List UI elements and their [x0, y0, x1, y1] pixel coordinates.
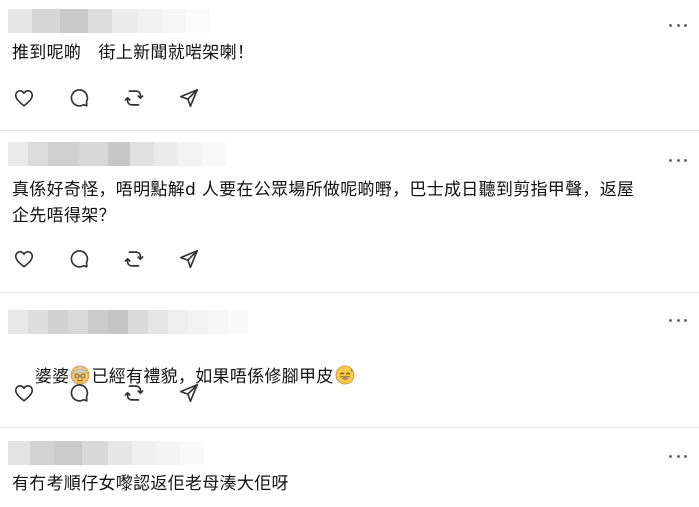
post-text: 推到呢啲 街上新聞就啱架喇！ — [12, 43, 255, 63]
blurred-username[interactable] — [8, 9, 210, 33]
heart-icon[interactable] — [12, 86, 36, 110]
blurred-username[interactable] — [8, 441, 204, 465]
comment-icon[interactable] — [67, 381, 91, 405]
more-options-icon[interactable] — [669, 453, 687, 459]
share-icon[interactable] — [177, 247, 201, 271]
post-4: 有冇考順仔女嚟認返佢老母湊大佢呀 — [0, 427, 699, 507]
post-text: 有冇考順仔女嚟認返佢老母湊大佢呀 — [12, 474, 289, 494]
heart-icon[interactable] — [12, 381, 36, 405]
comment-icon[interactable] — [67, 247, 91, 271]
repost-icon[interactable] — [122, 247, 146, 271]
share-icon[interactable] — [177, 86, 201, 110]
share-icon[interactable] — [177, 381, 201, 405]
post-1: 推到呢啲 街上新聞就啱架喇！ — [0, 0, 699, 131]
post-text: 真係好奇怪，唔明點解d 人要在公眾場所做呢啲嘢，巴士成日聽到剪指甲聲，返屋 企先… — [12, 180, 635, 226]
repost-icon[interactable] — [122, 381, 146, 405]
grinning-sweat-emoji — [335, 365, 355, 385]
comment-icon[interactable] — [67, 86, 91, 110]
more-options-icon[interactable] — [669, 157, 687, 163]
post-2: 真係好奇怪，唔明點解d 人要在公眾場所做呢啲嘢，巴士成日聽到剪指甲聲，返屋 企先… — [0, 130, 699, 293]
post-3: 婆婆 已經有禮貌，如果唔係修腳甲皮 — [0, 292, 699, 428]
blurred-username[interactable] — [8, 310, 248, 334]
blurred-username[interactable] — [8, 142, 226, 166]
more-options-icon[interactable] — [669, 22, 687, 28]
more-options-icon[interactable] — [669, 317, 687, 323]
repost-icon[interactable] — [122, 86, 146, 110]
post-actions — [12, 86, 232, 110]
post-actions — [12, 381, 232, 405]
heart-icon[interactable] — [12, 247, 36, 271]
post-actions — [12, 247, 232, 271]
